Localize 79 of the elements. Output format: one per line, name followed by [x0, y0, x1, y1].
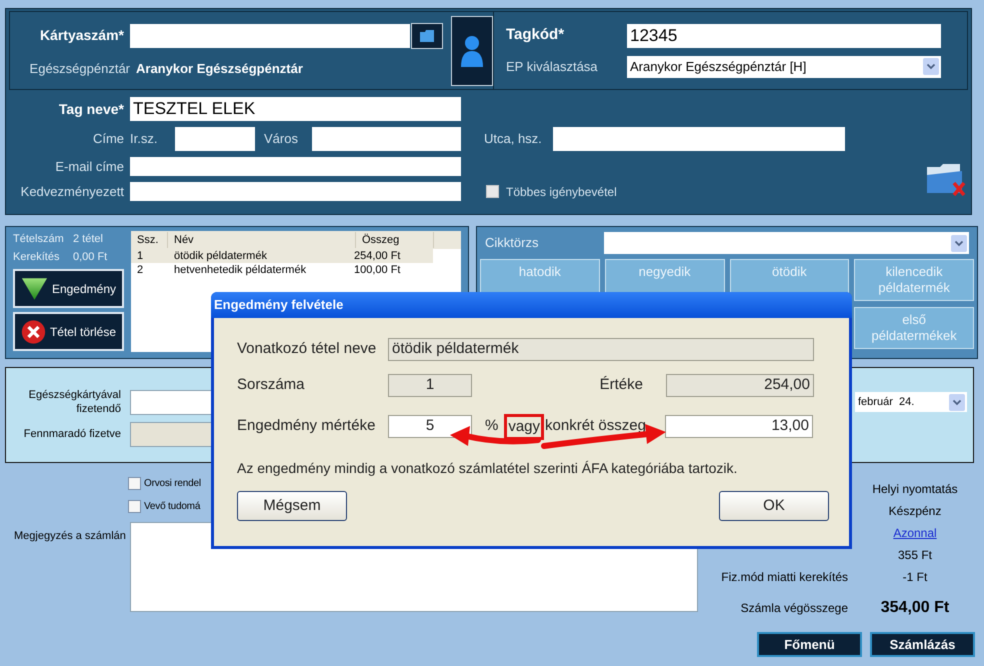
highlighted-word: vagy — [504, 414, 544, 440]
invoice-total: 354,00 Ft — [880, 598, 950, 618]
field-label: konkrét összeg — [545, 416, 646, 436]
city-field[interactable] — [312, 127, 461, 151]
person-icon — [461, 34, 483, 66]
field-label: Sorszáma — [237, 375, 306, 396]
cancel-button[interactable]: Mégsem — [237, 491, 347, 521]
field-label: Címe — [92, 130, 125, 148]
member-name-field[interactable]: TESZTEL ELEK — [130, 97, 461, 121]
percent-field[interactable]: 5 — [388, 415, 472, 438]
member-code-field[interactable]: 12345 — [627, 24, 941, 48]
field-label: Fiz.mód miatti kerekítés — [720, 569, 849, 586]
field-label: Egészségpénztár — [28, 60, 131, 78]
field-label: Vonatkozó tétel neve — [237, 339, 378, 360]
table-cell-text: hetvenhetedik példatermék — [174, 262, 308, 278]
field-label: Kedvezményezett — [20, 182, 125, 201]
field-label: Kártyaszám* — [38, 26, 125, 46]
field-label: Tag neve* — [58, 100, 125, 119]
card-number-field[interactable] — [130, 24, 410, 48]
field-label: Értéke — [598, 375, 644, 396]
table-cell-text: 254,00 Ft — [354, 248, 402, 264]
beneficiary-field[interactable] — [130, 182, 461, 201]
print-mode: Helyi nyomtatás — [871, 481, 959, 498]
checkbox[interactable] — [128, 477, 141, 490]
item-count: 2 tétel — [73, 232, 103, 247]
field-label: Tételszám — [13, 232, 63, 247]
main-menu-button[interactable]: Főmenü — [757, 632, 862, 657]
ok-button[interactable]: OK — [719, 491, 829, 521]
table-cell-text: 100,00 Ft — [354, 262, 402, 278]
checkbox-label: Vevő tudomá — [144, 500, 200, 514]
delete-item-button[interactable]: Tétel törlése — [13, 312, 124, 351]
field-label: Fennmaradó fizetve — [22, 427, 122, 442]
column-header[interactable]: Ssz. — [131, 232, 168, 248]
amount-field[interactable]: 13,00 — [665, 415, 813, 438]
field-label: EP kiválasztása — [506, 58, 599, 76]
checkbox[interactable] — [128, 500, 141, 513]
folder-icon — [420, 30, 434, 42]
index-field[interactable]: 1 — [388, 374, 472, 397]
table-row[interactable]: 1 ötödik példatermék 254,00 Ft — [131, 249, 433, 263]
triangle-icon — [21, 276, 48, 302]
street-field[interactable] — [553, 127, 845, 151]
checkbox-label: Orvosi rendel — [144, 477, 201, 491]
item-name-field[interactable]: ötödik példatermék — [388, 338, 814, 361]
checkbox-label: Többes igénybevétel — [506, 184, 617, 200]
payment-method: Készpénz — [888, 503, 942, 520]
field-label: Ir.sz. — [130, 130, 158, 148]
date-dropdown[interactable]: február 24. — [855, 392, 967, 412]
field-label: Számla végösszege — [740, 600, 849, 617]
table-cell-text: 2 — [136, 262, 144, 278]
email-field[interactable] — [130, 157, 461, 176]
invoice-button[interactable]: Számlázás — [870, 632, 975, 657]
payable-amount: 355 Ft — [896, 547, 934, 564]
folder-delete-icon[interactable] — [926, 162, 966, 196]
fund-dropdown[interactable]: Aranykor Egészségpénztár [H] — [627, 56, 941, 78]
rounding-amount: -1 Ft — [902, 569, 928, 586]
field-label: Megjegyzés a számlán — [13, 529, 127, 544]
percent-sign: % — [485, 416, 498, 436]
column-header[interactable]: Név — [168, 232, 356, 248]
checkbox[interactable] — [486, 185, 499, 198]
field-label: Kerekítés — [13, 250, 60, 264]
discount-button[interactable]: Engedmény — [13, 269, 124, 308]
payment-deadline-link[interactable]: Azonnal — [893, 526, 937, 540]
field-label: Cikktörzs — [484, 234, 540, 252]
table-cell-text: ötödik példatermék — [174, 248, 268, 264]
table-cell-text: 1 — [136, 248, 144, 264]
field-label: E-mail címe — [54, 158, 125, 176]
field-label: Egészségkártyával fizetendő — [28, 388, 122, 416]
field-label: Engedmény mértéke — [237, 416, 376, 436]
fund-name: Aranykor Egészségpénztár — [136, 60, 303, 78]
dialog-title: Engedmény felvétele — [214, 296, 344, 314]
field-label: Város — [263, 130, 299, 148]
dialog-note: Az engedmény mindig a vonatkozó számlatétel szerinti ÁFA kategóriába tartozik. — [237, 459, 738, 478]
rounding-value: 0,00 Ft — [73, 250, 108, 264]
value-field[interactable]: 254,00 — [666, 374, 814, 397]
browse-button[interactable] — [411, 22, 443, 49]
field-label: Utca, hsz. — [483, 130, 543, 148]
column-header[interactable]: Összeg — [356, 232, 434, 248]
field-label: Tagkód* — [506, 25, 566, 46]
zip-field[interactable] — [175, 127, 255, 151]
